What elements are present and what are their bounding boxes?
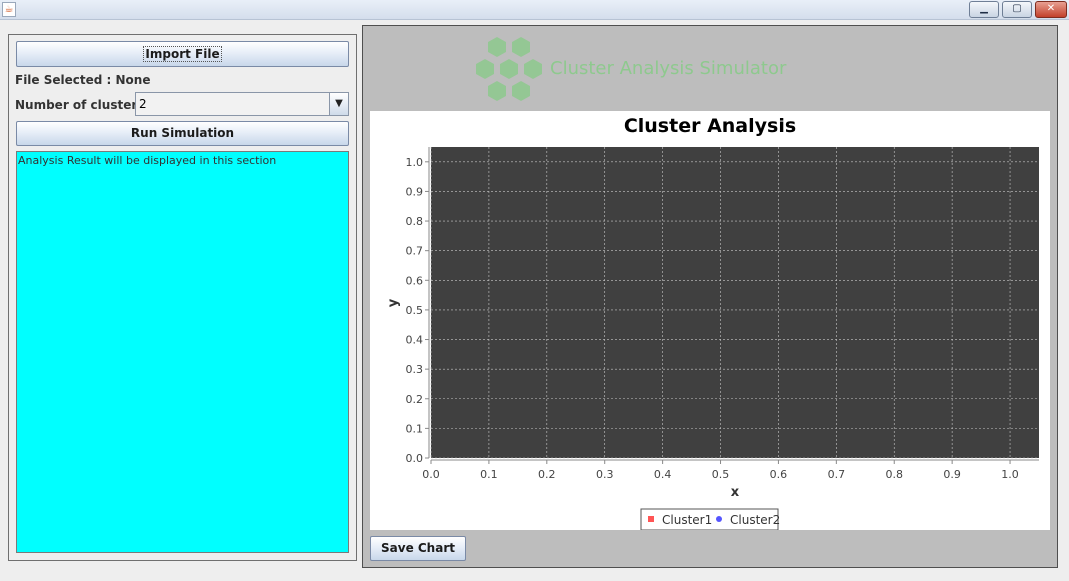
x-tick-label-2: 0.2 (538, 468, 556, 481)
y-tick-label-8: 0.8 (406, 215, 424, 228)
y-tick-label-5: 0.5 (406, 304, 424, 317)
save-chart-button[interactable]: Save Chart (370, 536, 466, 561)
x-tick-label-5: 0.5 (712, 468, 730, 481)
clusters-selected-value: 2 (139, 97, 147, 111)
number-of-clusters-label: Number of clusters: (15, 98, 150, 112)
y-tick-label-7: 0.7 (406, 245, 424, 258)
chart-legend: Cluster1 Cluster2 (640, 508, 780, 531)
x-axis-label: x (731, 485, 740, 500)
logo-text: Cluster Analysis Simulator (550, 58, 787, 79)
x-tick-label-9: 0.9 (943, 468, 961, 481)
y-tick-label-4: 0.4 (406, 334, 424, 347)
x-tick-label-10: 1.0 (1001, 468, 1019, 481)
legend-marker-1 (716, 516, 722, 522)
y-tick-label-10: 1.0 (406, 156, 424, 169)
hexagon-logo-icon (476, 37, 542, 101)
legend-label-1: Cluster2 (730, 513, 780, 527)
x-tick-label-0: 0.0 (422, 468, 440, 481)
chart-area: Cluster Analysis 0.0 0.1 0.2 0.3 0.4 0.5 0.6 0.… (370, 111, 1050, 531)
analysis-result-text: Analysis Result will be displayed in thi… (18, 154, 277, 167)
x-tick-label-4: 0.4 (654, 468, 672, 481)
title-bar: ☕ ▁ ▢ ✕ (0, 0, 1069, 20)
legend-label-0: Cluster1 (662, 513, 712, 527)
y-axis-label: y (386, 298, 401, 307)
x-tick-label-1: 0.1 (480, 468, 498, 481)
import-file-label: Import File (143, 46, 222, 62)
file-selected-label: File Selected : None (15, 73, 151, 87)
y-tick-label-6: 0.6 (406, 274, 424, 287)
y-tick-label-0: 0.0 (406, 452, 424, 465)
y-tick-label-1: 0.1 (406, 422, 424, 435)
x-tick-label-3: 0.3 (596, 468, 614, 481)
import-file-button[interactable]: Import File (16, 41, 349, 67)
y-tick-label-9: 0.9 (406, 185, 424, 198)
number-of-clusters-select[interactable]: 2 ▼ (135, 92, 349, 116)
y-tick-label-3: 0.3 (406, 363, 424, 376)
chart-title: Cluster Analysis (624, 115, 796, 137)
run-simulation-button[interactable]: Run Simulation (16, 121, 349, 146)
minimize-button[interactable]: ▁ (969, 1, 999, 18)
control-panel: Import File File Selected : None Number … (8, 34, 357, 561)
chart-panel: Cluster Analysis Simulator Cluster Analy… (362, 25, 1058, 568)
x-tick-label-8: 0.8 (885, 468, 903, 481)
java-icon[interactable]: ☕ (2, 2, 16, 17)
chevron-down-icon[interactable]: ▼ (329, 93, 348, 115)
x-tick-label-6: 0.6 (770, 468, 788, 481)
analysis-result-textarea[interactable]: Analysis Result will be displayed in thi… (16, 151, 349, 553)
y-tick-label-2: 0.2 (406, 393, 424, 406)
close-button[interactable]: ✕ (1035, 1, 1067, 18)
plot-area (431, 147, 1039, 458)
maximize-button[interactable]: ▢ (1002, 1, 1032, 18)
scatter-chart: Cluster Analysis 0.0 0.1 0.2 0.3 0.4 0.5 0.6 0.… (386, 115, 1039, 531)
legend-marker-0 (648, 516, 654, 522)
x-tick-label-7: 0.7 (828, 468, 846, 481)
